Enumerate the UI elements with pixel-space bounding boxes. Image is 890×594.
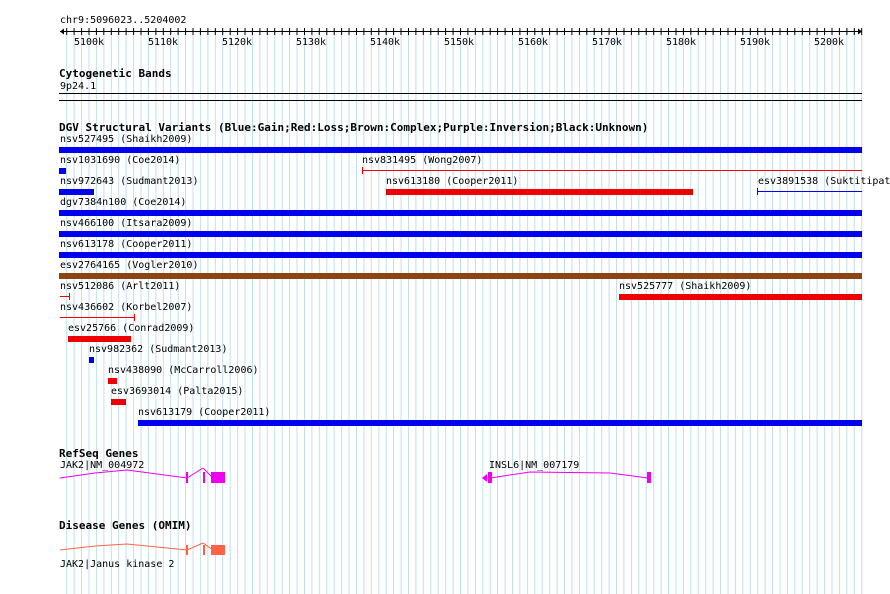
cytoband-bar-bottom [59, 100, 862, 101]
variant-end-tick [134, 314, 135, 321]
variant-bar[interactable] [59, 273, 862, 279]
gene-intron-line [59, 468, 217, 479]
variant-bar[interactable] [138, 420, 862, 426]
variant-bar[interactable] [111, 399, 126, 405]
ruler-tick-label: 5100k [74, 37, 104, 48]
variant-end-tick [757, 188, 758, 195]
ruler-tick-label: 5190k [740, 37, 770, 48]
variant-label[interactable]: esv2764165 (Vogler2010) [60, 260, 198, 271]
variant-label[interactable]: nsv438090 (McCarroll2006) [108, 365, 259, 376]
variant-bar[interactable] [59, 252, 862, 258]
variant-label[interactable]: nsv613178 (Cooper2011) [60, 239, 192, 250]
ruler-tick-label: 5110k [148, 37, 178, 48]
cytoband-bar-top [59, 93, 862, 94]
coordinate-label: chr9:5096023..5204002 [60, 15, 187, 26]
genome-browser-view: chr9:5096023..5204002 5100k 5110k 5120k 513… [0, 0, 890, 594]
refseq-gene-models[interactable] [0, 468, 890, 488]
omim-track-title: Disease Genes (OMIM) [59, 519, 192, 532]
gene-exon [203, 472, 205, 483]
ruler-arrow-left [60, 28, 64, 35]
variant-label[interactable]: nsv436602 (Korbel2007) [60, 302, 192, 313]
variant-label[interactable]: dgv7384n100 (Coe2014) [60, 197, 186, 208]
variant-line[interactable] [60, 317, 134, 318]
variant-label[interactable]: nsv512086 (Arlt2011) [60, 281, 180, 292]
variant-bar[interactable] [89, 357, 94, 363]
omim-exon [203, 545, 205, 555]
variant-label[interactable]: nsv466100 (Itsara2009) [60, 218, 192, 229]
dgv-track-title: DGV Structural Variants (Blue:Gain;Red:L… [59, 121, 649, 134]
omim-gene-label[interactable]: JAK2|Janus kinase 2 [60, 559, 174, 570]
variant-label[interactable]: nsv1031690 (Coe2014) [60, 155, 180, 166]
omim-exon [211, 545, 225, 555]
variant-label[interactable]: nsv831495 (Wong2007) [362, 155, 482, 166]
ruler-tick-label: 5130k [296, 37, 326, 48]
variant-bar[interactable] [386, 189, 693, 195]
variant-bar[interactable] [59, 189, 94, 195]
variant-end-tick [362, 167, 363, 174]
refseq-track-title: RefSeq Genes [59, 447, 139, 460]
ruler-tick-label: 5180k [666, 37, 696, 48]
gene-exon [211, 472, 225, 483]
omim-intron-line [59, 542, 217, 551]
gene-intron-line [485, 471, 649, 479]
variant-bar[interactable] [59, 147, 862, 153]
variant-label[interactable]: esv3891538 (Suktitipat [758, 176, 890, 187]
variant-label[interactable]: nsv525777 (Shaikh2009) [619, 281, 751, 292]
cytoband-label[interactable]: 9p24.1 [60, 81, 96, 92]
variant-label[interactable]: nsv613179 (Cooper2011) [138, 407, 270, 418]
gene-exon [647, 472, 651, 483]
variant-label[interactable]: nsv613180 (Cooper2011) [386, 176, 518, 187]
ruler-tick-label: 5120k [222, 37, 252, 48]
ruler-tick-label: 5160k [518, 37, 548, 48]
gene-exon [488, 472, 492, 483]
omim-exon [186, 545, 188, 555]
variant-label[interactable]: nsv982362 (Sudmant2013) [89, 344, 227, 355]
variant-bar[interactable] [59, 231, 862, 237]
variant-bar[interactable] [108, 378, 117, 384]
cytoband-track-title: Cytogenetic Bands [59, 67, 172, 80]
ruler-tick-label: 5200k [814, 37, 844, 48]
ruler-tick-label: 5170k [592, 37, 622, 48]
variant-line[interactable] [362, 170, 862, 171]
variant-bar[interactable] [68, 336, 131, 342]
gene-exon [186, 472, 188, 483]
variant-label[interactable]: esv25766 (Conrad2009) [68, 323, 194, 334]
ruler-tick-label: 5150k [444, 37, 474, 48]
variant-bar[interactable] [59, 168, 66, 174]
variant-label[interactable]: nsv527495 (Shaikh2009) [60, 134, 192, 145]
gene-strand-arrow [482, 474, 487, 482]
variant-end-tick [69, 293, 70, 300]
variant-bar[interactable] [59, 210, 862, 216]
variant-label[interactable]: nsv972643 (Sudmant2013) [60, 176, 198, 187]
variant-bar[interactable] [619, 294, 862, 300]
ruler-tick-label: 5140k [370, 37, 400, 48]
omim-gene-model[interactable] [0, 540, 890, 560]
variant-line[interactable] [60, 296, 69, 297]
variant-line[interactable] [758, 191, 862, 192]
variant-label[interactable]: esv3693014 (Palta2015) [111, 386, 243, 397]
